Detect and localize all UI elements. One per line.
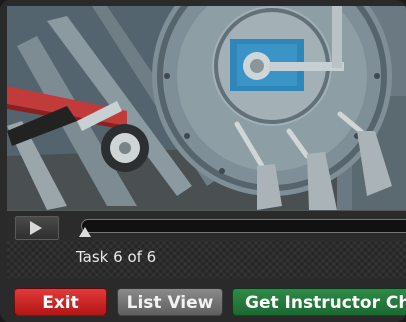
- task-bar: [7, 240, 406, 278]
- exit-button[interactable]: Exit: [14, 288, 107, 316]
- play-button[interactable]: [15, 216, 59, 240]
- app-frame: Task 6 of 6 Exit List View Get Instructo…: [0, 0, 406, 322]
- playback-controls: [7, 210, 406, 241]
- video-viewport[interactable]: [7, 6, 406, 210]
- seek-thumb[interactable]: [79, 227, 91, 237]
- play-icon: [30, 221, 42, 235]
- list-view-button[interactable]: List View: [117, 288, 223, 316]
- task-counter: Task 6 of 6: [76, 248, 157, 266]
- get-instructor-check-button[interactable]: Get Instructor Che: [232, 288, 406, 316]
- seek-bar[interactable]: [81, 219, 406, 233]
- machine-illustration: [7, 6, 406, 210]
